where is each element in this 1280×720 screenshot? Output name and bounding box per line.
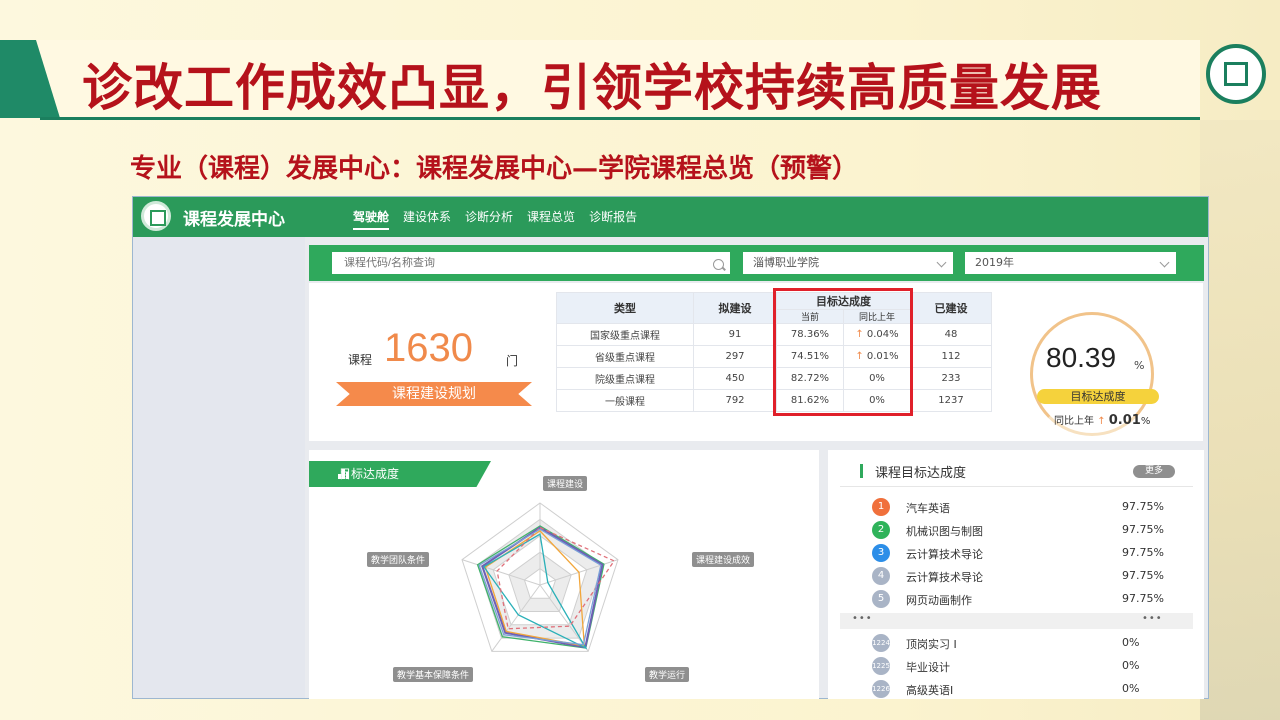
list-item[interactable]: 1 汽车英语 97.75% <box>872 498 1172 516</box>
rank-badge: 1225 <box>872 657 890 675</box>
top-nav: 驾驶舱 建设体系 诊断分析 课程总览 诊断报告 <box>353 208 637 230</box>
chevron-down-icon <box>936 257 947 268</box>
col-planned: 拟建设 <box>693 292 777 324</box>
gauge-yoy: 同比上年 ↑ 0.01% <box>1054 412 1150 428</box>
course-name: 高级英语I <box>906 684 954 697</box>
highlight-box <box>773 288 913 416</box>
cell-planned: 297 <box>693 345 777 368</box>
ranking-title-text: 课程目标达成度 <box>875 466 967 481</box>
radar-axis-label: 课程建设成效 <box>692 552 755 567</box>
year-select-value: 2019年 <box>975 256 1014 269</box>
course-value: 0% <box>1122 636 1140 649</box>
radar-axis-label: 教学运行 <box>645 667 690 682</box>
course-name: 机械识图与制图 <box>906 525 983 538</box>
course-label: 课程 <box>348 353 373 367</box>
course-name: 汽车英语 <box>906 502 950 515</box>
course-value: 97.75% <box>1122 523 1164 536</box>
course-name: 顶岗实习 I <box>906 638 957 651</box>
radar-axis-label: 课程建设 <box>543 476 588 491</box>
cell-built: 233 <box>910 367 992 390</box>
list-ellipsis-row: ••• ••• <box>840 613 1193 629</box>
sidebar <box>133 237 305 698</box>
gauge-label: 目标达成度 <box>1037 389 1159 404</box>
col-built: 已建设 <box>910 292 992 324</box>
college-select-value: 淄博职业学院 <box>753 256 819 269</box>
gauge-percent: % <box>1134 359 1145 372</box>
course-value: 97.75% <box>1122 546 1164 559</box>
app-header: 课程发展中心 驾驶舱 建设体系 诊断分析 课程总览 诊断报告 <box>133 197 1208 237</box>
rank-badge: 2 <box>872 521 890 539</box>
cell-type: 院级重点课程 <box>556 367 694 390</box>
list-item[interactable]: 1225 毕业设计 0% <box>872 657 1172 675</box>
rank-badge: 1226 <box>872 680 890 698</box>
course-name: 网页动画制作 <box>906 594 972 607</box>
list-item[interactable]: 4 云计算技术导论 97.75% <box>872 567 1172 585</box>
cell-planned: 91 <box>693 323 777 346</box>
radar-tab[interactable]: 目标达成度 <box>309 461 491 487</box>
gauge-yoy-label: 同比上年 <box>1054 416 1094 427</box>
course-value: 0% <box>1122 659 1140 672</box>
course-value: 0% <box>1122 682 1140 695</box>
bar-chart-icon <box>338 469 350 479</box>
cell-type: 国家级重点课程 <box>556 323 694 346</box>
course-name: 云计算技术导论 <box>906 548 983 561</box>
slide-title: 诊改工作成效凸显，引领学校持续高质量发展 <box>82 59 1102 117</box>
course-unit: 门 <box>506 354 519 368</box>
slide-subtitle: 专业（课程）发展中心：课程发展中心—学院课程总览（预警） <box>130 154 859 184</box>
course-count: 1630 <box>384 326 473 370</box>
course-name: 毕业设计 <box>906 661 950 674</box>
list-item[interactable]: 3 云计算技术导论 97.75% <box>872 544 1172 562</box>
college-select[interactable]: 淄博职业学院 <box>743 252 953 274</box>
gauge-value: 80.39 <box>1046 342 1117 373</box>
background-photo <box>1200 120 1280 720</box>
course-value: 97.75% <box>1122 592 1164 605</box>
cell-built: 48 <box>910 323 992 346</box>
list-item[interactable]: 1226 高级英语I 0% <box>872 680 1172 698</box>
course-name: 云计算技术导论 <box>906 571 983 584</box>
year-select[interactable]: 2019年 <box>965 252 1176 274</box>
search-input[interactable] <box>332 252 730 274</box>
course-value: 97.75% <box>1122 569 1164 582</box>
ellipsis: ••• <box>852 613 873 624</box>
list-item[interactable]: 2 机械识图与制图 97.75% <box>872 521 1172 539</box>
list-item[interactable]: 5 网页动画制作 97.75% <box>872 590 1172 608</box>
col-type: 类型 <box>556 292 694 324</box>
more-button[interactable]: 更多 <box>1133 465 1175 478</box>
radar-chart <box>461 502 619 652</box>
ellipsis: ••• <box>1142 613 1163 624</box>
rank-badge: 5 <box>872 590 890 608</box>
divider <box>840 486 1193 487</box>
cell-planned: 450 <box>693 367 777 390</box>
rank-badge: 3 <box>872 544 890 562</box>
cell-built: 1237 <box>910 389 992 412</box>
search-icon[interactable] <box>713 259 724 270</box>
school-logo-icon <box>1206 44 1266 104</box>
course-value: 97.75% <box>1122 500 1164 513</box>
radar-axis-label: 教学团队条件 <box>367 552 430 567</box>
cell-type: 省级重点课程 <box>556 345 694 368</box>
cell-built: 112 <box>910 345 992 368</box>
ranking-title: 课程目标达成度 <box>860 462 966 481</box>
gauge-yoy-value: 0.01 <box>1108 413 1141 428</box>
nav-cockpit[interactable]: 驾驶舱 <box>353 208 390 230</box>
nav-analysis[interactable]: 诊断分析 <box>465 208 513 230</box>
app-logo-icon <box>141 201 171 231</box>
rank-badge: 1 <box>872 498 890 516</box>
nav-report[interactable]: 诊断报告 <box>589 208 637 230</box>
chevron-down-icon <box>1159 257 1170 268</box>
rank-badge: 4 <box>872 567 890 585</box>
app-title: 课程发展中心 <box>183 210 285 230</box>
radar-axis-label: 教学基本保障条件 <box>393 667 474 682</box>
cell-planned: 792 <box>693 389 777 412</box>
course-plan-button[interactable]: 课程建设规划 <box>336 382 532 406</box>
nav-overview[interactable]: 课程总览 <box>527 208 575 230</box>
list-item[interactable]: 1224 顶岗实习 I 0% <box>872 634 1172 652</box>
up-arrow-icon: ↑ <box>1097 416 1106 427</box>
nav-system[interactable]: 建设体系 <box>403 208 451 230</box>
gauge-yoy-percent: % <box>1140 416 1151 427</box>
cell-type: 一般课程 <box>556 389 694 412</box>
rank-badge: 1224 <box>872 634 890 652</box>
